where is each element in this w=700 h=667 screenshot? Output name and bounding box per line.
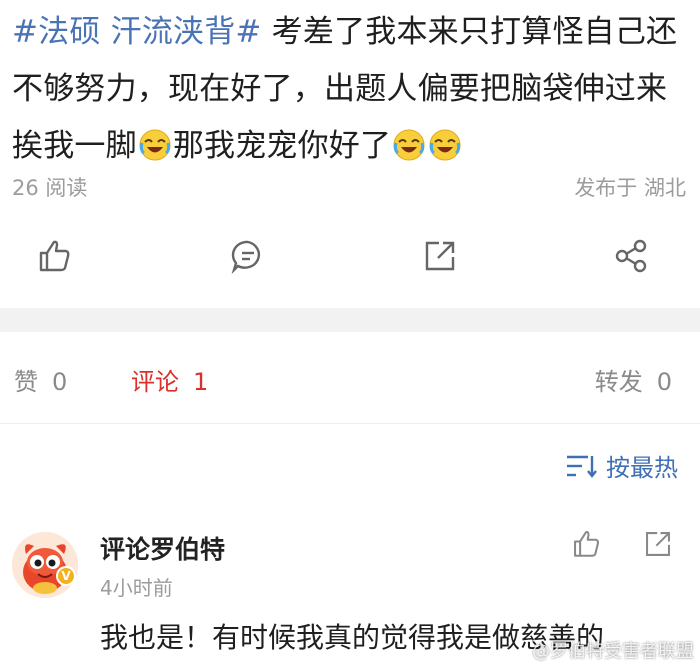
comment-time: 4小时前: [100, 576, 173, 600]
like-button[interactable]: [32, 232, 76, 280]
post-meta: 26 阅读 发布于 湖北: [12, 170, 686, 204]
laugh-cry-emoji-icon: [139, 129, 171, 161]
tab-comments[interactable]: 评论 1: [131, 362, 208, 397]
sort-label: 按最热: [606, 454, 678, 482]
tab-comments-count: 1: [193, 368, 209, 396]
share-button[interactable]: [418, 232, 462, 280]
forward-icon: [615, 239, 647, 273]
like-icon: [39, 240, 70, 272]
comment-icon: [231, 240, 261, 275]
comment-button[interactable]: [226, 232, 270, 280]
read-count: 26 阅读: [12, 176, 88, 200]
topic-link[interactable]: #法硕 汗流浃背#: [12, 14, 262, 50]
comment-text: 我也是！有时候我真的觉得我是做慈善的: [100, 621, 605, 654]
tab-comments-label: 评论: [131, 368, 179, 396]
post-action-bar: [0, 232, 700, 284]
share-icon: [425, 241, 455, 271]
comment-share-button[interactable]: [638, 524, 678, 564]
comment-like-button[interactable]: [566, 524, 606, 564]
tab-likes[interactable]: 赞0: [14, 362, 67, 397]
interaction-tabs: 赞0 评论 1 转发 0: [0, 332, 700, 424]
tab-likes-label: 赞: [14, 368, 38, 396]
sort-icon: [567, 455, 597, 478]
post-location: 发布于 湖北: [574, 176, 686, 200]
tab-reposts-count: 0: [656, 368, 672, 396]
avatar-mascot-icon: [12, 532, 78, 598]
laugh-cry-emoji-icon: [429, 129, 461, 161]
sort-button[interactable]: 按最热: [564, 448, 678, 483]
tab-reposts-label: 转发: [594, 368, 643, 396]
tab-likes-count: 0: [52, 368, 68, 396]
comment-author[interactable]: 评论罗伯特: [100, 530, 225, 566]
forward-button[interactable]: [609, 232, 653, 280]
post-content: #法硕 汗流浃背# 考差了我本来只打算怪自己还不够努力，现在好了，出题人偏要把脑…: [12, 4, 692, 175]
section-divider: [0, 308, 700, 332]
post-text-tail: 那我宠宠你好了: [172, 128, 392, 164]
share-icon: [646, 532, 670, 556]
avatar[interactable]: [12, 532, 78, 598]
watermark: @罗伯特受害者联盟: [532, 641, 694, 662]
laugh-cry-emoji-icon: [393, 129, 425, 161]
tab-reposts[interactable]: 转发 0: [595, 362, 672, 397]
verified-badge-icon: V: [56, 566, 76, 586]
like-icon: [574, 531, 600, 557]
